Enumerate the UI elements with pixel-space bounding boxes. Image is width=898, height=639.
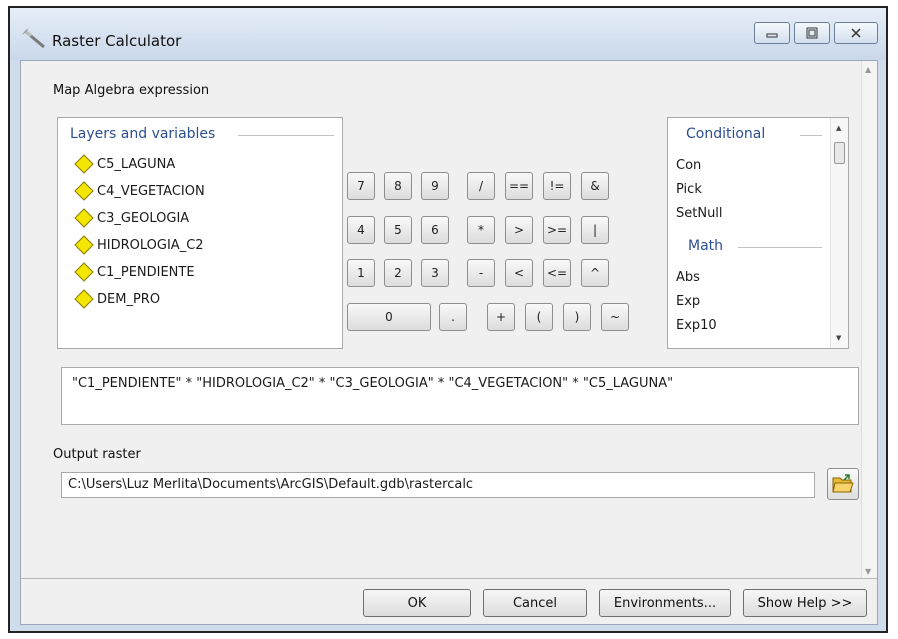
left-paren-button[interactable]: (	[525, 303, 553, 331]
environments-button[interactable]: Environments...	[599, 589, 731, 617]
show-help-button[interactable]: Show Help >>	[743, 589, 867, 617]
not-equal-button[interactable]: !=	[543, 172, 571, 200]
layer-item[interactable]: C4_VEGETACION	[74, 181, 205, 201]
less-equal-button[interactable]: <=	[543, 259, 571, 287]
key-5-button[interactable]: 5	[384, 216, 412, 244]
function-item[interactable]: Abs	[676, 270, 700, 285]
function-item[interactable]: Exp10	[676, 318, 717, 333]
layer-item[interactable]: C5_LAGUNA	[74, 154, 175, 174]
key-3-button[interactable]: 3	[421, 259, 449, 287]
browse-button[interactable]	[827, 468, 859, 500]
conditional-heading: Conditional	[686, 126, 766, 142]
ok-button[interactable]: OK	[363, 589, 471, 617]
dialog-body: ▲ ▼ Map Algebra expression Layers and va…	[20, 60, 878, 625]
greater-equal-button[interactable]: >=	[543, 216, 571, 244]
raster-calculator-window: Raster Calculator ▲ ▼ Map Algebra expres…	[8, 6, 888, 633]
layer-item[interactable]: DEM_PRO	[74, 289, 160, 309]
map-algebra-label: Map Algebra expression	[53, 83, 210, 98]
scroll-down-icon[interactable]: ▼	[865, 567, 871, 576]
functions-scrollbar[interactable]: ▲ ▼	[830, 118, 848, 348]
layer-item[interactable]: HIDROLOGIA_C2	[74, 235, 204, 255]
key-1-button[interactable]: 1	[347, 259, 375, 287]
decimal-point-button[interactable]: .	[439, 303, 467, 331]
raster-layer-diamond-icon	[74, 181, 94, 201]
scroll-up-icon[interactable]: ▲	[836, 124, 841, 132]
heading-divider	[800, 135, 822, 136]
output-raster-input[interactable]: C:\Users\Luz Merlita\Documents\ArcGIS\De…	[61, 472, 815, 498]
layer-label: C3_GEOLOGIA	[97, 210, 190, 226]
function-item[interactable]: Exp	[676, 294, 700, 309]
key-2-button[interactable]: 2	[384, 259, 412, 287]
layer-label: DEM_PRO	[97, 291, 161, 307]
layer-label: C4_VEGETACION	[97, 183, 205, 199]
close-icon	[851, 28, 861, 38]
calculator-wand-icon	[22, 28, 45, 49]
divide-button[interactable]: /	[467, 172, 495, 200]
heading-divider	[738, 247, 822, 248]
raster-layer-diamond-icon	[74, 235, 94, 255]
scroll-up-icon[interactable]: ▲	[865, 65, 871, 74]
less-than-button[interactable]: <	[505, 259, 533, 287]
dialog-scrollbar[interactable]: ▲ ▼	[861, 61, 877, 580]
key-6-button[interactable]: 6	[421, 216, 449, 244]
equal-button[interactable]: ==	[505, 172, 533, 200]
key-9-button[interactable]: 9	[421, 172, 449, 200]
add-button[interactable]: +	[487, 303, 515, 331]
greater-than-button[interactable]: >	[505, 216, 533, 244]
scroll-down-icon[interactable]: ▼	[836, 334, 841, 342]
output-raster-label: Output raster	[53, 447, 141, 462]
layer-item[interactable]: C1_PENDIENTE	[74, 262, 195, 282]
raster-layer-diamond-icon	[74, 289, 94, 309]
not-button[interactable]: ~	[601, 303, 629, 331]
raster-layer-diamond-icon	[74, 208, 94, 228]
functions-list[interactable]: Conditional Con Pick SetNull Math Abs Ex…	[667, 117, 849, 349]
key-7-button[interactable]: 7	[347, 172, 375, 200]
open-folder-icon	[832, 474, 854, 493]
layer-item[interactable]: C3_GEOLOGIA	[74, 208, 189, 228]
maximize-icon	[806, 27, 818, 39]
layers-and-variables-list[interactable]: Layers and variables C5_LAGUNA C4_VEGETA…	[57, 117, 343, 349]
cancel-button[interactable]: Cancel	[483, 589, 587, 617]
raster-layer-diamond-icon	[74, 262, 94, 282]
window-title: Raster Calculator	[52, 32, 182, 50]
function-item[interactable]: SetNull	[676, 206, 723, 221]
minimize-icon	[766, 33, 778, 38]
close-button[interactable]	[834, 22, 878, 44]
and-button[interactable]: &	[581, 172, 609, 200]
layer-label: C5_LAGUNA	[97, 156, 176, 172]
layer-label: HIDROLOGIA_C2	[97, 237, 204, 253]
heading-divider	[238, 135, 334, 136]
function-item[interactable]: Pick	[676, 182, 702, 197]
or-button[interactable]: |	[581, 216, 609, 244]
key-0-button[interactable]: 0	[347, 303, 431, 331]
key-8-button[interactable]: 8	[384, 172, 412, 200]
dialog-footer: OK Cancel Environments... Show Help >>	[21, 578, 877, 624]
layers-heading: Layers and variables	[70, 126, 216, 142]
right-paren-button[interactable]: )	[563, 303, 591, 331]
maximize-button[interactable]	[794, 22, 830, 44]
function-item[interactable]: Con	[676, 158, 701, 173]
raster-layer-diamond-icon	[74, 154, 94, 174]
multiply-button[interactable]: *	[467, 216, 495, 244]
expression-textbox[interactable]: "C1_PENDIENTE" * "HIDROLOGIA_C2" * "C3_G…	[61, 367, 859, 425]
minimize-button[interactable]	[754, 22, 790, 44]
math-heading: Math	[688, 238, 724, 254]
key-4-button[interactable]: 4	[347, 216, 375, 244]
title-bar[interactable]: Raster Calculator	[10, 8, 886, 60]
subtract-button[interactable]: -	[467, 259, 495, 287]
xor-button[interactable]: ^	[581, 259, 609, 287]
scroll-thumb[interactable]	[834, 142, 845, 164]
layer-label: C1_PENDIENTE	[97, 264, 195, 280]
